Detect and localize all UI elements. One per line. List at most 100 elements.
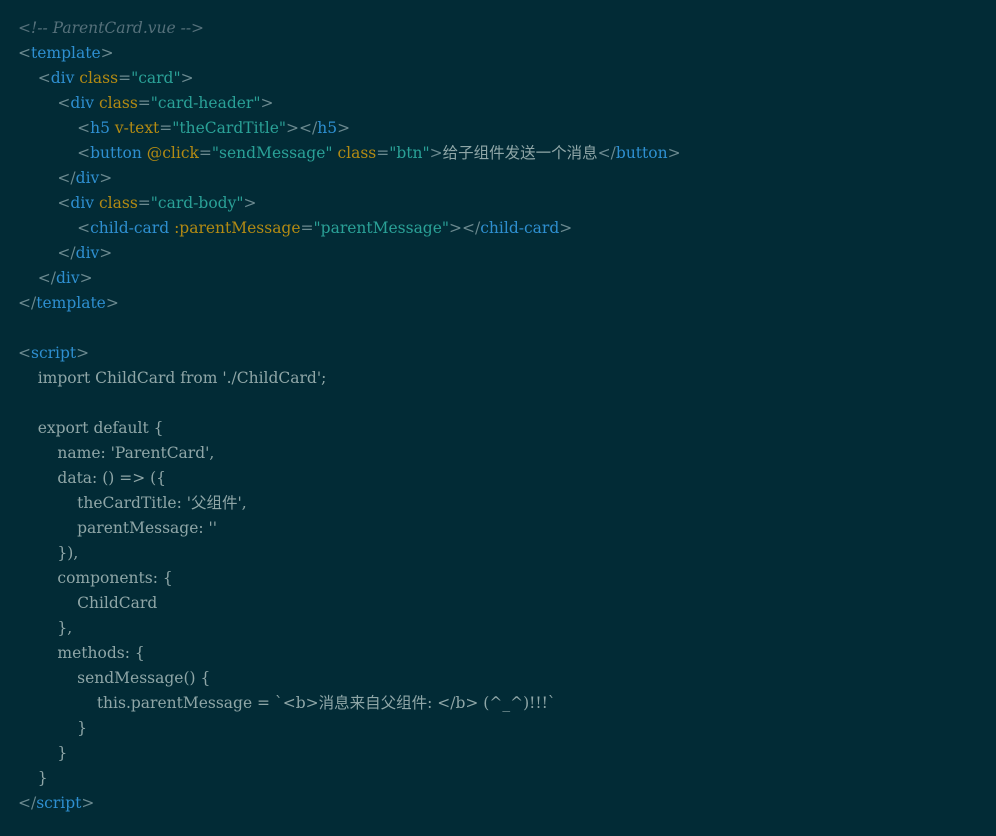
code-token-punct: =: [198, 144, 212, 162]
code-token-punct: </: [57, 244, 76, 262]
code-line: this.parentMessage = `<b>消息来自父组件: </b> (…: [18, 691, 996, 716]
code-token-attr: class: [79, 69, 119, 87]
code-token-attr: @click: [146, 144, 199, 162]
code-line: <template>: [18, 41, 996, 66]
code-token-plain: }: [18, 744, 68, 762]
code-token-str: "card-body": [150, 194, 244, 212]
code-token-attr: class: [337, 144, 377, 162]
code-token-plain: import ChildCard from './ChildCard';: [18, 369, 327, 387]
code-token-punct: ></: [449, 219, 481, 237]
code-token-punct: >: [337, 119, 351, 137]
code-line: }: [18, 766, 996, 791]
code-token-punct: <: [57, 194, 71, 212]
code-line: components: {: [18, 566, 996, 591]
code-token-attr: class: [99, 194, 138, 212]
code-token-punct: </: [597, 144, 616, 162]
code-token-punct: </: [37, 269, 56, 287]
code-token-punct: >: [429, 144, 443, 162]
code-token-punct: <: [37, 69, 51, 87]
code-line: }: [18, 741, 996, 766]
code-token-attr: :parentMessage: [174, 219, 301, 237]
code-token-punct: <: [18, 344, 31, 362]
code-line: parentMessage: '': [18, 516, 996, 541]
code-token-plain: ChildCard: [18, 594, 158, 612]
code-token-punct: <: [77, 144, 91, 162]
code-token-tag: div: [50, 69, 75, 87]
code-token-plain: }: [18, 769, 48, 787]
code-line: <div class="card-body">: [18, 191, 996, 216]
code-token-tag: button: [90, 144, 142, 162]
code-token-tag: script: [36, 794, 82, 812]
code-line: <script>: [18, 341, 996, 366]
code-token-tag: h5: [317, 119, 338, 137]
code-token-punct: >: [100, 44, 114, 62]
code-token-str: "theCardTitle": [172, 119, 287, 137]
code-token-plain: data: () => ({: [18, 469, 167, 487]
code-token-punct: >: [105, 294, 119, 312]
code-line: </div>: [18, 266, 996, 291]
code-token-punct: >: [667, 144, 681, 162]
code-token-tag: h5: [90, 119, 110, 137]
code-line: <h5 v-text="theCardTitle"></h5>: [18, 116, 996, 141]
code-token-tag: child-card: [480, 219, 560, 237]
code-token-punct: >: [76, 344, 90, 362]
code-token-punct: =: [137, 194, 151, 212]
code-token-plain: this.parentMessage = `<b>消息来自父组件: </b> (…: [18, 694, 556, 712]
code-editor[interactable]: <!-- ParentCard.vue --> <template> <div c…: [0, 0, 996, 836]
code-token-plain: }),: [18, 544, 79, 562]
code-line: methods: {: [18, 641, 996, 666]
code-token-plain: },: [18, 619, 73, 637]
code-token-comment: <!-- ParentCard.vue -->: [18, 19, 205, 37]
code-token-str: "card": [131, 69, 181, 87]
code-token-plain: name: 'ParentCard',: [18, 444, 215, 462]
code-token-tag: script: [31, 344, 77, 362]
code-line: <child-card :parentMessage="parentMessag…: [18, 216, 996, 241]
code-token-tag: child-card: [90, 219, 170, 237]
code-token-punct: =: [159, 119, 173, 137]
code-token-tag: template: [36, 294, 106, 312]
code-token-plain: theCardTitle: '父组件',: [18, 494, 247, 512]
code-line: </div>: [18, 166, 996, 191]
code-token-plain: methods: {: [18, 644, 145, 662]
code-token-punct: >: [260, 94, 274, 112]
code-token-punct: >: [180, 69, 194, 87]
code-token-punct: >: [79, 269, 93, 287]
code-line: </div>: [18, 241, 996, 266]
code-token-punct: >: [99, 244, 113, 262]
code-line: ChildCard: [18, 591, 996, 616]
code-token-plain: sendMessage() {: [18, 669, 211, 687]
code-token-tag: div: [55, 269, 80, 287]
code-token-str: "btn": [389, 144, 430, 162]
code-token-punct: =: [137, 94, 151, 112]
code-token-punct: =: [118, 69, 132, 87]
code-token-plain: export default {: [18, 419, 164, 437]
code-token-text: 给子组件发送一个消息: [442, 144, 598, 162]
code-token-str: "parentMessage": [313, 219, 450, 237]
code-line: }),: [18, 541, 996, 566]
code-line: }: [18, 716, 996, 741]
code-token-tag: div: [75, 169, 100, 187]
code-token-punct: >: [99, 169, 113, 187]
code-line: </script>: [18, 791, 996, 816]
code-token-tag: div: [70, 94, 95, 112]
code-line: </template>: [18, 291, 996, 316]
code-line: <!-- ParentCard.vue -->: [18, 16, 996, 41]
code-line: <div class="card">: [18, 66, 996, 91]
code-token-punct: >: [559, 219, 573, 237]
code-token-punct: </: [18, 794, 37, 812]
code-token-str: "sendMessage": [211, 144, 333, 162]
code-token-punct: <: [57, 94, 71, 112]
code-line: },: [18, 616, 996, 641]
code-token-punct: <: [77, 219, 91, 237]
